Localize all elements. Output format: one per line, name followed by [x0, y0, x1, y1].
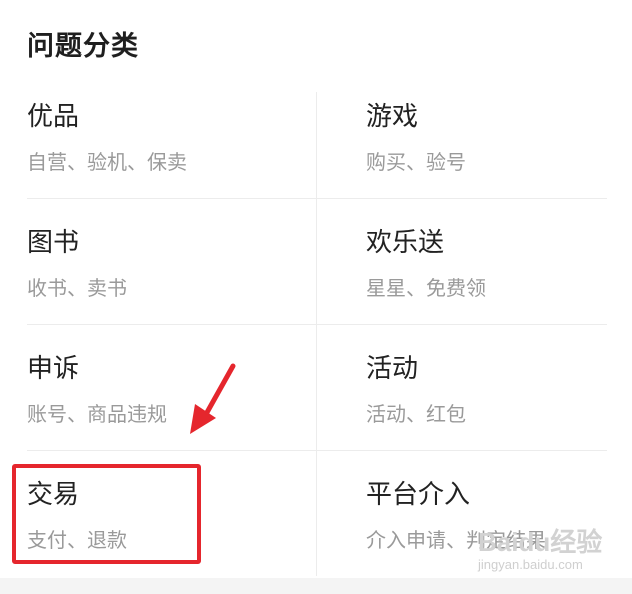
category-name: 图书: [27, 228, 80, 258]
category-description: 购买、验号: [366, 150, 466, 174]
row-divider: [27, 198, 316, 199]
row-divider: [27, 324, 316, 325]
page-title: 问题分类: [27, 31, 139, 62]
row-divider: [317, 450, 607, 451]
row-divider: [317, 324, 607, 325]
category-description: 活动、红包: [366, 402, 466, 426]
row-divider: [27, 450, 316, 451]
category-name: 活动: [366, 354, 419, 384]
bottom-band: [0, 578, 632, 594]
category-name: 欢乐送: [366, 228, 445, 258]
row-divider: [317, 198, 607, 199]
category-item-huanlesong[interactable]: 欢乐送 星星、免费领: [316, 198, 632, 324]
category-item-books[interactable]: 图书 收书、卖书: [0, 198, 316, 324]
highlight-box: [12, 464, 201, 564]
watermark: Baidu经验 jingyan.baidu.com: [478, 522, 602, 572]
annotation-arrow-icon: [190, 363, 236, 434]
category-item-activities[interactable]: 活动 活动、红包: [316, 324, 632, 450]
watermark-site: jingyan.baidu.com: [478, 557, 583, 572]
category-name: 游戏: [366, 102, 419, 132]
category-description: 账号、商品违规: [27, 402, 167, 426]
category-item-games[interactable]: 游戏 购买、验号: [316, 72, 632, 198]
category-name: 优品: [27, 102, 80, 132]
column-divider: [316, 92, 317, 576]
category-description: 收书、卖书: [27, 276, 127, 300]
category-name: 申诉: [27, 354, 80, 384]
category-description: 星星、免费领: [366, 276, 486, 300]
category-description: 自营、验机、保卖: [27, 150, 187, 174]
category-name: 平台介入: [366, 480, 471, 510]
watermark-brand: Baidu经验: [478, 527, 603, 557]
category-item-youpin[interactable]: 优品 自营、验机、保卖: [0, 72, 316, 198]
category-item-appeal[interactable]: 申诉 账号、商品违规: [0, 324, 316, 450]
